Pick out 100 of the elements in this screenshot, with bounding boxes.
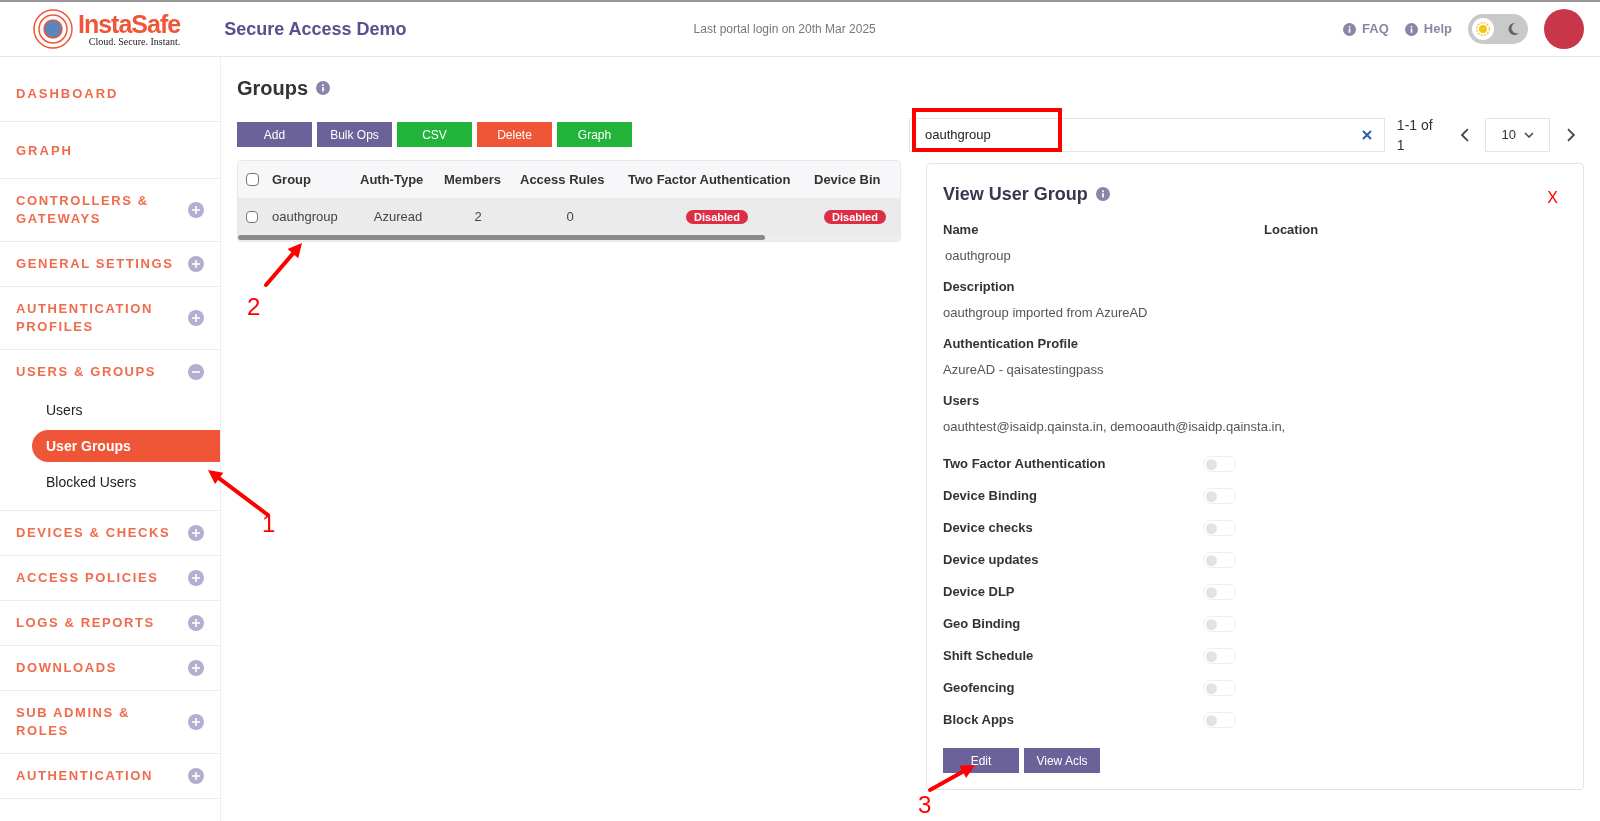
toggle-switch[interactable] <box>1203 520 1236 536</box>
sidebar-section[interactable]: LOGS & REPORTS <box>16 614 188 632</box>
toggle-label: Device DLP <box>943 583 1016 602</box>
toggle-label: Shift Schedule <box>943 647 1035 666</box>
sidebar-subitem[interactable]: Blocked Users <box>32 466 220 498</box>
search-field[interactable]: oauthgroup <box>909 118 1385 152</box>
header-link[interactable]: Help <box>1404 19 1452 39</box>
action-button[interactable]: Edit <box>943 748 1019 773</box>
info-icon <box>1404 22 1418 36</box>
column-header: Two Factor Authentication <box>627 170 792 189</box>
field-value: oauthgroup <box>944 246 1012 265</box>
chevron-down-icon <box>1524 132 1534 138</box>
field-value: oauthgroup imported from AzureAD <box>943 303 1149 322</box>
sidebar-section[interactable]: DEVICES & CHECKS <box>16 524 188 542</box>
sidebar-link[interactable]: GRAPH <box>16 143 73 158</box>
toggle-label: Two Factor Authentication <box>943 455 1107 474</box>
plus-circle-icon[interactable] <box>188 256 204 272</box>
info-icon <box>1343 22 1357 36</box>
scrollbar[interactable] <box>238 235 765 240</box>
page-size-select[interactable]: 10 <box>1485 118 1551 152</box>
chevron-right-icon[interactable] <box>1566 128 1576 142</box>
portal-title: Secure Access Demo <box>224 18 407 41</box>
table-row[interactable]: oauthgroup Azuread 2 0 Disabled Disabled <box>238 198 900 235</box>
toolbar-button[interactable]: Delete <box>477 122 552 147</box>
toggle-switch[interactable] <box>1203 456 1236 472</box>
header-link[interactable]: FAQ <box>1343 19 1389 39</box>
status-badge: Disabled <box>824 209 886 224</box>
toggle-switch[interactable] <box>1203 552 1236 568</box>
plus-circle-icon[interactable] <box>188 615 204 631</box>
sidebar-subitem[interactable]: Users <box>32 394 220 426</box>
plus-circle-icon[interactable] <box>188 714 204 730</box>
toggle-label: Device updates <box>943 551 1040 570</box>
plus-circle-icon[interactable] <box>188 310 204 326</box>
logo-wordmark: InstaSafe <box>78 11 181 37</box>
search-input[interactable]: oauthgroup <box>925 125 1362 145</box>
target-logo-icon <box>32 8 74 50</box>
toggle-switch[interactable] <box>1203 680 1236 696</box>
sidebar-section[interactable]: AUTHENTICATION PROFILES <box>16 300 188 336</box>
table-cell: oauthgroup <box>272 208 338 224</box>
field-label: Users <box>943 392 981 410</box>
step-number: 3 <box>918 793 932 817</box>
minus-circle-icon[interactable] <box>188 364 204 380</box>
toggle-label: Block Apps <box>943 711 1016 730</box>
toolbar-button[interactable]: CSV <box>397 122 472 147</box>
table-cell: Azuread <box>373 208 423 224</box>
plus-circle-icon[interactable] <box>188 570 204 586</box>
info-icon <box>1095 187 1110 201</box>
logo[interactable]: InstaSafe Cloud. Secure. Instant. <box>32 8 181 50</box>
field-label: Authentication Profile <box>943 335 1080 353</box>
page-title: Groups <box>237 76 309 101</box>
checkbox[interactable] <box>246 210 258 223</box>
sidebar-link[interactable]: DASHBOARD <box>16 86 119 101</box>
last-login-text: Last portal login on 20th Mar 2025 <box>693 21 876 37</box>
toggle-switch[interactable] <box>1203 616 1236 632</box>
plus-circle-icon[interactable] <box>188 525 204 541</box>
toolbar-button[interactable]: Add <box>237 122 312 147</box>
field-label: Description <box>943 278 1016 296</box>
checkbox[interactable] <box>246 173 259 186</box>
toggle-label: Geofencing <box>943 679 1016 698</box>
chevron-left-icon[interactable] <box>1459 128 1470 142</box>
toggle-switch[interactable] <box>1203 712 1236 728</box>
field-value: oauthtest@isaidp.qainsta.in, demooauth@isaidp.qainsta.in, <box>943 417 1287 436</box>
field-label: Location <box>1264 221 1320 239</box>
plus-circle-icon[interactable] <box>188 202 204 218</box>
theme-toggle[interactable] <box>1468 14 1528 44</box>
toggle-switch[interactable] <box>1203 488 1236 504</box>
column-header: Access Rules <box>519 170 606 189</box>
sidebar-subitem[interactable]: User Groups <box>32 430 220 462</box>
card-title: View User Group <box>943 183 1088 206</box>
column-header: Device Bin <box>813 170 882 189</box>
column-header: Group <box>271 170 312 189</box>
sidebar-section[interactable]: DOWNLOADS <box>16 659 188 677</box>
info-icon <box>316 81 331 95</box>
toolbar-button[interactable]: Graph <box>557 122 632 147</box>
status-badge: Disabled <box>686 209 748 224</box>
sidebar-section[interactable]: ACCESS POLICIES <box>16 569 188 587</box>
sidebar-section[interactable]: CONTROLLERS & GATEWAYS <box>16 192 188 228</box>
table-cell: 2 <box>474 208 482 224</box>
close-icon[interactable] <box>1361 130 1372 140</box>
toggle-label: Device Binding <box>943 487 1038 506</box>
table-cell: 0 <box>566 208 574 224</box>
avatar[interactable] <box>1544 9 1584 49</box>
toggle-switch[interactable] <box>1203 648 1236 664</box>
sidebar-section[interactable]: USERS & GROUPS <box>16 363 188 381</box>
plus-circle-icon[interactable] <box>188 660 204 676</box>
column-header: Members <box>443 170 503 189</box>
moon-icon <box>1506 22 1520 36</box>
close-button[interactable]: X <box>1547 186 1558 210</box>
toggle-label: Device checks <box>943 519 1034 538</box>
toggle-switch[interactable] <box>1203 584 1236 600</box>
sidebar-section[interactable]: AUTHENTICATION <box>16 767 188 785</box>
field-label: Name <box>943 221 980 239</box>
sidebar-section[interactable]: SUB ADMINS & ROLES <box>16 704 188 740</box>
logo-tagline: Cloud. Secure. Instant. <box>88 36 181 47</box>
plus-circle-icon[interactable] <box>188 768 204 784</box>
action-button[interactable]: View Acls <box>1024 748 1100 773</box>
toolbar-button[interactable]: Bulk Ops <box>317 122 392 147</box>
column-header: Auth-Type <box>359 170 425 189</box>
sidebar-section[interactable]: GENERAL SETTINGS <box>16 255 188 273</box>
pagination-range: 1-1 of 1 <box>1396 116 1434 155</box>
